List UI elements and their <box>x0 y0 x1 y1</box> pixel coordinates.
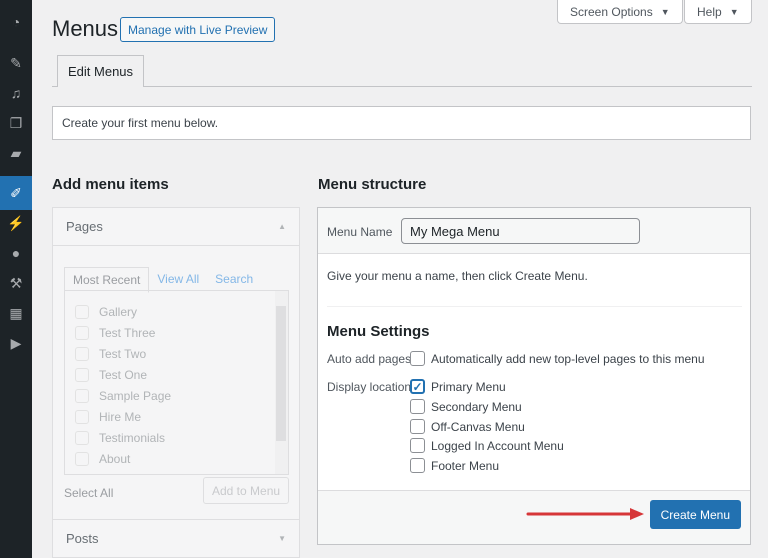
live-preview-button[interactable]: Manage with Live Preview <box>120 17 276 42</box>
dashboard-icon[interactable]: ◔ <box>0 9 32 35</box>
checkbox[interactable] <box>75 430 89 445</box>
create-menu-button[interactable]: Create Menu <box>649 500 741 529</box>
auto-add-checkbox[interactable] <box>410 351 425 366</box>
location-label: Secondary Menu <box>431 399 522 414</box>
display-location-label: Display location <box>327 380 412 394</box>
page-label: About <box>99 451 131 466</box>
location-footer[interactable]: Footer Menu <box>410 458 499 473</box>
list-item[interactable]: Test Three <box>65 322 288 343</box>
caret-down-icon: ▼ <box>660 6 670 17</box>
expand-arrow-icon[interactable]: ▼ <box>278 534 286 543</box>
location-label: Footer Menu <box>431 458 500 473</box>
admin-sidebar: ◔ ✎ ♫ ❐ ▰ ✐ ⚡ ● ⚒ ▦ ▶ <box>0 0 32 558</box>
page-label: Testimonials <box>99 430 166 445</box>
divider <box>327 306 742 307</box>
posts-label: Posts <box>66 531 99 546</box>
users-icon[interactable]: ● <box>0 240 32 266</box>
appearance-icon[interactable]: ✐ <box>0 176 32 210</box>
tab-divider <box>52 86 752 87</box>
auto-add-label: Auto add pages <box>327 352 412 366</box>
settings-icon[interactable]: ▦ <box>0 300 32 326</box>
checkbox[interactable] <box>410 419 425 434</box>
list-item[interactable]: Gallery <box>65 301 288 322</box>
checkbox[interactable] <box>75 451 89 466</box>
location-label: Off-Canvas Menu <box>431 419 525 434</box>
collapse-arrow-icon[interactable]: ▲ <box>278 222 286 231</box>
list-item[interactable]: Hire Me <box>65 406 288 427</box>
location-off-canvas[interactable]: Off-Canvas Menu <box>410 419 525 434</box>
caret-down-icon: ▼ <box>729 6 739 17</box>
page-label: Hire Me <box>99 409 142 424</box>
pages-list: Gallery Test Three Test Two Test One Sam… <box>64 290 289 475</box>
plugins-icon[interactable]: ⚡ <box>0 210 32 236</box>
pin-icon[interactable]: ✎ <box>0 50 32 76</box>
checkbox[interactable] <box>410 399 425 414</box>
media-icon[interactable]: ♫ <box>0 80 32 106</box>
tab-edit-menus[interactable]: Edit Menus <box>57 55 145 87</box>
checkbox-checked[interactable]: ✓ <box>410 379 425 394</box>
menu-name-label: Menu Name <box>327 225 393 239</box>
location-logged-in[interactable]: Logged In Account Menu <box>410 438 564 453</box>
checkbox[interactable] <box>75 346 89 361</box>
page-title: Menus <box>52 16 119 41</box>
scrollbar-thumb[interactable] <box>276 306 286 441</box>
location-label: Logged In Account Menu <box>431 438 564 453</box>
pages-icon[interactable]: ❐ <box>0 110 32 136</box>
arrow-annotation-icon <box>526 508 644 520</box>
menu-hint: Give your menu a name, then click Create… <box>327 269 588 283</box>
help-label: Help <box>697 4 722 19</box>
list-item[interactable]: Testimonials <box>65 427 288 448</box>
list-item[interactable]: About <box>65 448 288 469</box>
help-button[interactable]: Help ▼ <box>684 0 752 24</box>
checkbox[interactable] <box>410 438 425 453</box>
list-item[interactable]: Test Two <box>65 343 288 364</box>
auto-add-text: Automatically add new top-level pages to… <box>431 351 705 366</box>
location-primary[interactable]: ✓ Primary Menu <box>410 379 506 394</box>
checkbox[interactable] <box>75 325 89 340</box>
pages-section-header[interactable]: Pages ▲ <box>53 208 299 246</box>
checkbox[interactable] <box>410 458 425 473</box>
page-label: Sample Page <box>99 388 172 403</box>
location-secondary[interactable]: Secondary Menu <box>410 399 522 414</box>
page-label: Test Three <box>99 325 156 340</box>
checkbox[interactable] <box>75 409 89 424</box>
scrollbar[interactable] <box>275 291 288 474</box>
panel-footer: Create Menu <box>318 490 750 544</box>
screen-options-button[interactable]: Screen Options ▼ <box>557 0 683 24</box>
page-label: Test Two <box>99 346 147 361</box>
play-icon[interactable]: ▶ <box>0 330 32 356</box>
add-items-panel: Pages ▲ Most Recent View All Search Galle… <box>52 207 300 558</box>
checkbox[interactable] <box>75 304 89 319</box>
auto-add-option[interactable]: Automatically add new top-level pages to… <box>410 351 705 366</box>
pages-label: Pages <box>66 219 103 234</box>
select-all-link[interactable]: Select All <box>64 486 113 500</box>
screen-options-label: Screen Options <box>570 4 653 19</box>
checkbox[interactable] <box>75 367 89 382</box>
menu-structure-heading: Menu structure <box>318 176 427 193</box>
menu-structure-panel: Menu Name My Mega Menu Give your menu a … <box>317 207 751 545</box>
list-item[interactable]: Test One <box>65 364 288 385</box>
comments-icon[interactable]: ▰ <box>0 140 32 166</box>
location-label: Primary Menu <box>431 379 506 394</box>
add-to-menu-button[interactable]: Add to Menu <box>203 477 290 504</box>
tools-icon[interactable]: ⚒ <box>0 270 32 296</box>
add-menu-items-heading: Add menu items <box>52 176 169 193</box>
menu-name-input[interactable]: My Mega Menu <box>401 218 640 244</box>
notice: Create your first menu below. <box>52 106 751 140</box>
list-item[interactable]: Sample Page <box>65 385 288 406</box>
menu-settings-heading: Menu Settings <box>327 323 430 340</box>
page-label: Gallery <box>99 304 138 319</box>
checkbox[interactable] <box>75 388 89 403</box>
posts-section-header[interactable]: Posts ▼ <box>53 519 299 557</box>
page-label: Test One <box>99 367 148 382</box>
